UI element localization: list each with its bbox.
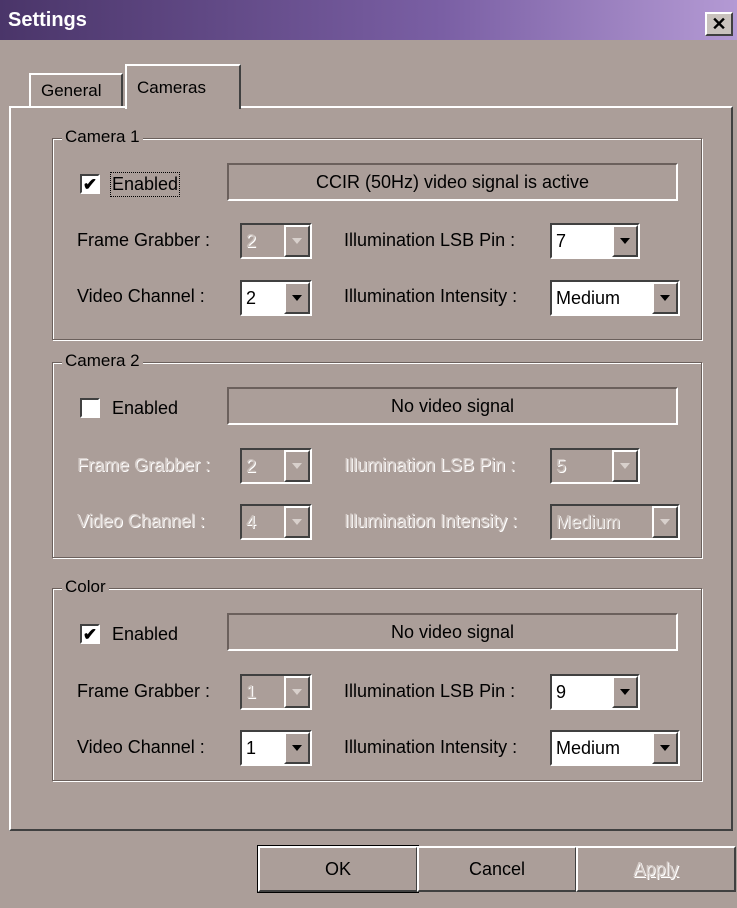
close-icon: ✕: [711, 14, 727, 34]
title-bar: [0, 0, 737, 40]
enabled-label[interactable]: Enabled: [109, 172, 181, 197]
dropdown-button: [612, 450, 638, 482]
group-legend: Camera 2: [62, 351, 143, 371]
combo-value: 4: [246, 512, 257, 532]
group-legend: Camera 1: [62, 127, 143, 147]
status-field: No video signal: [227, 387, 678, 425]
lsb-pin-combo[interactable]: 7: [550, 223, 640, 259]
frame-grabber-label: Frame Grabber :: [77, 681, 211, 701]
chevron-down-icon: [292, 463, 302, 469]
combo-value: 2: [246, 231, 257, 251]
chevron-down-icon: [660, 745, 670, 751]
video-channel-combo[interactable]: 1: [240, 730, 312, 766]
check-icon: ✔: [82, 174, 98, 194]
enabled-checkbox[interactable]: ✔: [80, 624, 100, 644]
status-field: CCIR (50Hz) video signal is active: [227, 163, 678, 201]
lsb-pin-combo[interactable]: 9: [550, 674, 640, 710]
enabled-checkbox[interactable]: [80, 398, 100, 418]
enabled-label[interactable]: Enabled: [112, 624, 178, 645]
frame-grabber-combo: 2: [240, 448, 312, 484]
dropdown-button: [284, 506, 310, 538]
cancel-button[interactable]: Cancel: [417, 846, 577, 892]
frame-grabber-combo: 1: [240, 674, 312, 710]
video-channel-combo[interactable]: 2: [240, 280, 312, 316]
combo-value: 9: [556, 682, 567, 702]
intensity-label: Illumination Intensity :: [344, 737, 518, 757]
tab-general[interactable]: General: [29, 73, 123, 107]
dropdown-button[interactable]: [652, 732, 678, 764]
frame-grabber-label: Frame Grabber :: [77, 455, 211, 475]
combo-value: Medium: [556, 738, 621, 758]
chevron-down-icon: [660, 519, 670, 525]
lsb-pin-label: Illumination LSB Pin :: [344, 455, 516, 475]
enabled-label[interactable]: Enabled: [112, 398, 178, 419]
dropdown-button: [284, 225, 310, 257]
chevron-down-icon: [620, 238, 630, 244]
enabled-checkbox[interactable]: ✔: [80, 174, 100, 194]
video-channel-label: Video Channel :: [77, 511, 205, 531]
chevron-down-icon: [292, 689, 302, 695]
intensity-combo[interactable]: Medium: [550, 730, 680, 766]
lsb-pin-combo: 5: [550, 448, 640, 484]
apply-button[interactable]: Apply: [576, 846, 736, 892]
chevron-down-icon: [292, 745, 302, 751]
intensity-combo[interactable]: Medium: [550, 280, 680, 316]
intensity-label: Illumination Intensity :: [344, 511, 518, 531]
close-button[interactable]: ✕: [705, 12, 733, 36]
intensity-label: Illumination Intensity :: [344, 286, 518, 306]
combo-value: 2: [246, 288, 257, 308]
chevron-down-icon: [292, 295, 302, 301]
intensity-combo: Medium: [550, 504, 680, 540]
check-icon: ✔: [82, 624, 98, 644]
dropdown-button: [284, 450, 310, 482]
combo-value: 7: [556, 231, 567, 251]
dropdown-button[interactable]: [612, 676, 638, 708]
chevron-down-icon: [292, 238, 302, 244]
combo-value: 1: [246, 682, 257, 702]
dropdown-button[interactable]: [284, 732, 310, 764]
chevron-down-icon: [620, 689, 630, 695]
dropdown-button: [652, 506, 678, 538]
frame-grabber-label: Frame Grabber :: [77, 230, 211, 250]
tab-cameras[interactable]: Cameras: [125, 64, 241, 109]
dropdown-button[interactable]: [652, 282, 678, 314]
status-field: No video signal: [227, 613, 678, 651]
chevron-down-icon: [620, 463, 630, 469]
video-channel-combo: 4: [240, 504, 312, 540]
frame-grabber-combo: 2: [240, 223, 312, 259]
video-channel-label: Video Channel :: [77, 737, 205, 757]
dropdown-button: [284, 676, 310, 708]
combo-value: 5: [556, 456, 567, 476]
combo-value: Medium: [556, 288, 621, 308]
apply-label: Apply: [633, 858, 679, 879]
chevron-down-icon: [660, 295, 670, 301]
dropdown-button[interactable]: [612, 225, 638, 257]
dropdown-button[interactable]: [284, 282, 310, 314]
video-channel-label: Video Channel :: [77, 286, 205, 306]
chevron-down-icon: [292, 519, 302, 525]
combo-value: 2: [246, 456, 257, 476]
lsb-pin-label: Illumination LSB Pin :: [344, 230, 516, 250]
group-legend: Color: [62, 577, 109, 597]
ok-button[interactable]: OK: [257, 845, 419, 893]
lsb-pin-label: Illumination LSB Pin :: [344, 681, 516, 701]
window-title: Settings: [8, 9, 87, 31]
combo-value: Medium: [556, 512, 621, 532]
combo-value: 1: [246, 738, 257, 758]
